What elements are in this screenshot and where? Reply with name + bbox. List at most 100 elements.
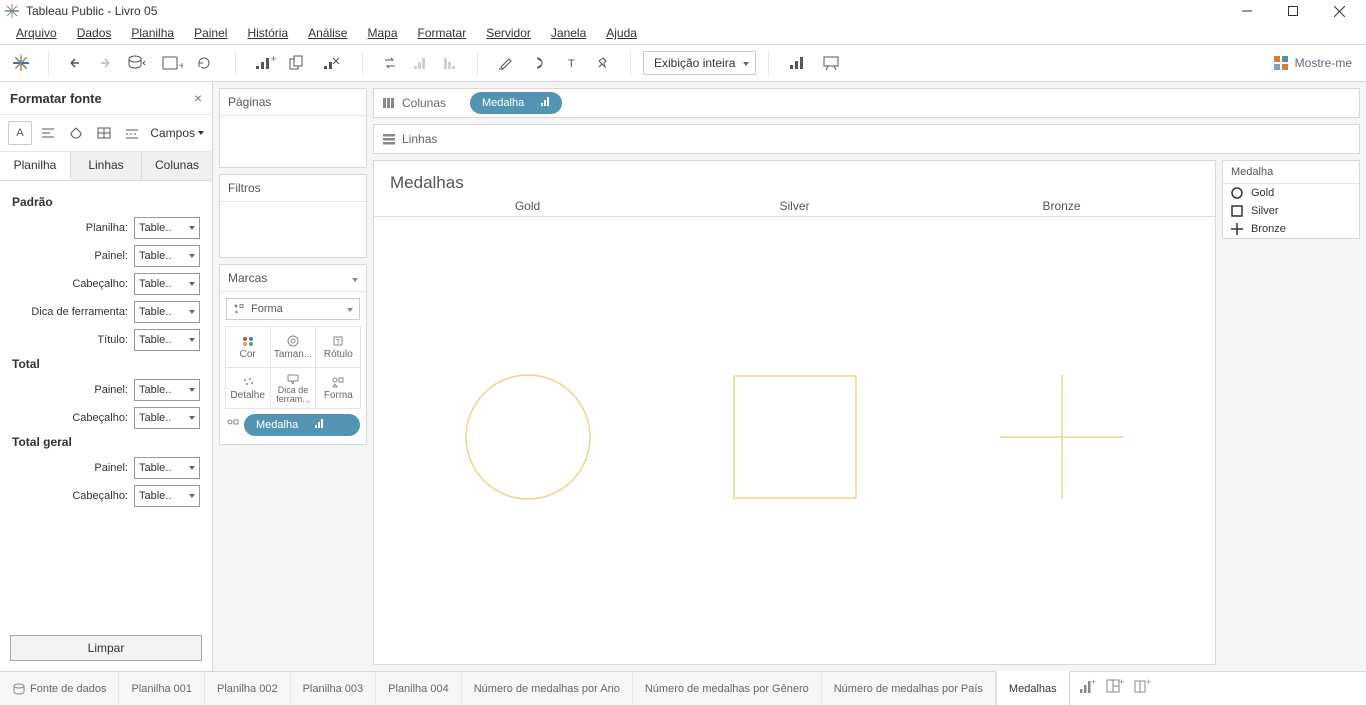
viz-header-bronze[interactable]: Bronze <box>928 197 1195 216</box>
format-tab-colunas[interactable]: Colunas <box>142 152 212 180</box>
pin-button[interactable] <box>588 48 618 78</box>
columns-shelf[interactable]: Colunas Medalha <box>373 88 1360 118</box>
menu-analise[interactable]: Análise <box>298 26 357 40</box>
show-me-button[interactable]: Mostre-me <box>1259 45 1366 81</box>
format-grand-cabecalho-select[interactable]: Table.. <box>134 485 200 507</box>
tab-medalhas[interactable]: Medalhas <box>996 671 1070 705</box>
tableau-logo-icon <box>4 3 20 19</box>
format-total-painel-select[interactable]: Table.. <box>134 379 200 401</box>
undo-button[interactable] <box>61 48 91 78</box>
redo-button[interactable] <box>91 48 121 78</box>
mark-shape-button[interactable]: Forma <box>315 367 361 409</box>
filters-card-title: Filtros <box>220 175 366 201</box>
pages-shelf[interactable] <box>220 115 366 167</box>
format-borders-icon[interactable] <box>92 121 116 145</box>
tab-planilha-004[interactable]: Planilha 004 <box>376 672 462 705</box>
filters-shelf[interactable] <box>220 201 366 257</box>
sort-desc-button[interactable] <box>435 48 465 78</box>
format-titulo-select[interactable]: Table.. <box>134 329 200 351</box>
tab-medalhas-pais[interactable]: Número de medalhas por País <box>822 672 996 705</box>
tab-medalhas-ano[interactable]: Número de medalhas por Ano <box>462 672 633 705</box>
rows-shelf[interactable]: Linhas <box>373 124 1360 154</box>
menu-ajuda[interactable]: Ajuda <box>596 26 647 40</box>
legend-item-bronze[interactable]: Bronze <box>1223 220 1359 238</box>
marks-dropdown-icon[interactable] <box>349 271 358 285</box>
new-story-tab-button[interactable]: + <box>1134 679 1152 698</box>
mark-type-select[interactable]: Forma <box>226 298 360 320</box>
tab-planilha-001[interactable]: Planilha 001 <box>119 672 205 705</box>
highlight-button[interactable] <box>490 48 524 78</box>
viz-canvas[interactable]: Medalhas Gold Silver Bronze <box>373 160 1216 665</box>
show-cards-button[interactable] <box>781 48 815 78</box>
format-lines-icon[interactable] <box>120 121 144 145</box>
sort-asc-button[interactable] <box>405 48 435 78</box>
menu-janela[interactable]: Janela <box>541 26 596 40</box>
menu-arquivo[interactable]: Arquivo <box>6 26 67 40</box>
window-minimize-button[interactable] <box>1224 0 1270 22</box>
window-maximize-button[interactable] <box>1270 0 1316 22</box>
menu-servidor[interactable]: Servidor <box>476 26 541 40</box>
mark-silver-square[interactable] <box>661 375 928 499</box>
presentation-button[interactable] <box>815 48 849 78</box>
tab-medalhas-genero[interactable]: Número de medalhas por Gênero <box>633 672 822 705</box>
columns-pill-medalha[interactable]: Medalha <box>470 92 562 114</box>
tableau-home-icon[interactable] <box>6 48 36 78</box>
format-pane-title: Formatar fonte <box>10 91 102 106</box>
format-fields-dropdown[interactable]: Campos <box>150 126 204 140</box>
mark-label-button[interactable]: TRótulo <box>315 326 361 368</box>
menu-mapa[interactable]: Mapa <box>357 26 407 40</box>
tab-data-source[interactable]: Fonte de dados <box>0 672 119 705</box>
format-painel-select[interactable]: Table.. <box>134 245 200 267</box>
group-button[interactable] <box>524 48 558 78</box>
menu-planilha[interactable]: Planilha <box>121 26 184 40</box>
format-shading-icon[interactable] <box>64 121 88 145</box>
tab-planilha-002[interactable]: Planilha 002 <box>205 672 291 705</box>
new-worksheet-tab-button[interactable]: + <box>1078 679 1096 698</box>
format-cabecalho-select[interactable]: Table.. <box>134 273 200 295</box>
window-close-button[interactable] <box>1316 0 1362 22</box>
mark-tooltip-button[interactable]: Dica de ferram... <box>270 367 316 409</box>
format-planilha-select[interactable]: Table.. <box>134 217 200 239</box>
menu-formatar[interactable]: Formatar <box>408 26 477 40</box>
format-pane-close-button[interactable]: × <box>194 90 202 106</box>
format-section-total: Total <box>12 357 200 371</box>
format-tab-linhas[interactable]: Linhas <box>71 152 142 180</box>
legend-item-gold[interactable]: Gold <box>1223 184 1359 202</box>
menu-painel[interactable]: Painel <box>184 26 237 40</box>
mark-color-button[interactable]: Cor <box>225 326 271 368</box>
mark-size-button[interactable]: Taman... <box>270 326 316 368</box>
svg-text:+: + <box>1091 679 1096 687</box>
mark-gold-circle[interactable] <box>394 373 661 501</box>
viz-title[interactable]: Medalhas <box>374 161 1215 197</box>
format-clear-button[interactable]: Limpar <box>10 635 202 661</box>
new-worksheet-button[interactable]: + <box>248 48 282 78</box>
pages-card-title: Páginas <box>220 89 366 115</box>
format-tab-planilha[interactable]: Planilha <box>0 152 71 180</box>
viz-header-gold[interactable]: Gold <box>394 197 661 216</box>
new-dashboard-tab-button[interactable]: + <box>1106 679 1124 698</box>
shape-legend[interactable]: Medalha Gold Silver Bronze <box>1222 160 1360 239</box>
mark-detail-button[interactable]: Detalhe <box>225 367 271 409</box>
new-data-source-button[interactable]: + <box>155 48 189 78</box>
labels-button[interactable]: T <box>558 48 588 78</box>
mark-bronze-plus[interactable] <box>928 373 1195 501</box>
clear-sheet-button[interactable] <box>316 48 350 78</box>
legend-item-silver[interactable]: Silver <box>1223 202 1359 220</box>
tab-planilha-003[interactable]: Planilha 003 <box>291 672 377 705</box>
format-pane: Formatar fonte × A Campos Planilha Linha… <box>0 82 213 671</box>
fit-dropdown[interactable]: Exibição inteira <box>643 51 756 75</box>
format-font-icon[interactable]: A <box>8 121 32 145</box>
duplicate-button[interactable] <box>282 48 316 78</box>
swap-button[interactable] <box>375 48 405 78</box>
menu-dados[interactable]: Dados <box>67 26 122 40</box>
format-alignment-icon[interactable] <box>36 121 60 145</box>
format-scope-tabs: Planilha Linhas Colunas <box>0 152 212 181</box>
viz-header-silver[interactable]: Silver <box>661 197 928 216</box>
marks-pill-medalha[interactable]: Medalha <box>244 414 360 436</box>
menu-historia[interactable]: História <box>237 26 298 40</box>
auto-update-button[interactable] <box>189 48 223 78</box>
format-tooltip-select[interactable]: Table.. <box>134 301 200 323</box>
format-grand-painel-select[interactable]: Table.. <box>134 457 200 479</box>
save-button[interactable] <box>121 48 155 78</box>
format-total-cabecalho-select[interactable]: Table.. <box>134 407 200 429</box>
